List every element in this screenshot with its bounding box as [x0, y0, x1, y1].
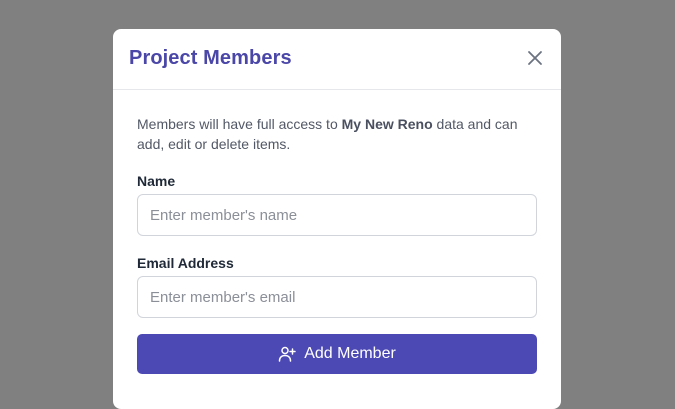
dialog-body: Members will have full access to My New …: [137, 90, 537, 374]
description-prefix: Members will have full access to: [137, 116, 342, 132]
add-member-label: Add Member: [304, 345, 396, 362]
project-name: My New Reno: [341, 116, 433, 132]
add-member-button[interactable]: Add Member: [137, 334, 537, 374]
close-button[interactable]: [523, 46, 547, 70]
email-label: Email Address: [137, 255, 234, 271]
dialog-description: Members will have full access to My New …: [137, 114, 537, 154]
name-input[interactable]: [137, 194, 537, 236]
close-icon: [528, 51, 542, 65]
email-input[interactable]: [137, 276, 537, 318]
project-members-dialog: Project Members Members will have full a…: [113, 29, 561, 409]
dialog-header: Project Members: [113, 29, 561, 90]
user-plus-icon: [278, 345, 296, 363]
dialog-title: Project Members: [129, 47, 292, 69]
name-label: Name: [137, 173, 176, 189]
